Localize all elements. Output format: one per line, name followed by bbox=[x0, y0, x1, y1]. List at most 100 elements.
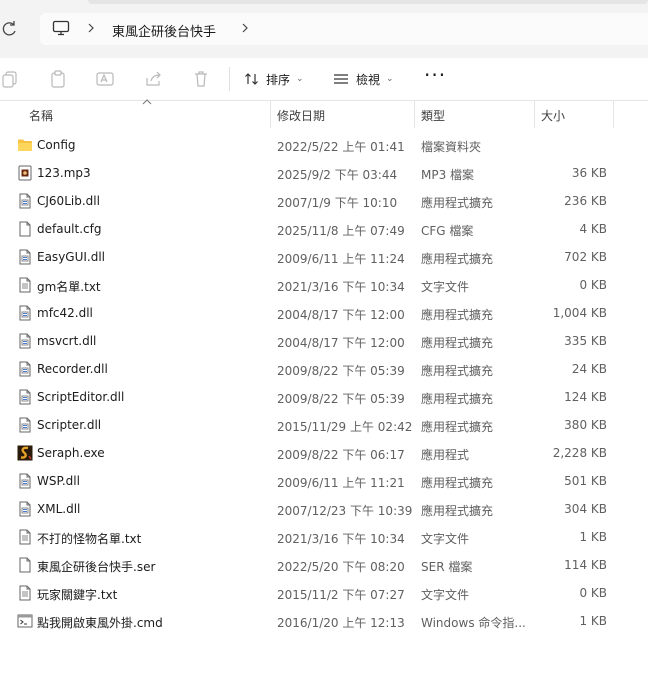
address-bar[interactable]: 東風企研後台快手 bbox=[40, 13, 648, 45]
file-row[interactable]: 點我開啟東風外掛.cmd 2016/1/20 上午 12:13 Windows 命令… bbox=[0, 607, 648, 635]
copy-icon[interactable] bbox=[0, 69, 20, 89]
file-type: 應用程式擴充 bbox=[421, 476, 494, 490]
file-date: 2004/8/17 下午 12:00 bbox=[277, 336, 405, 350]
file-size: 2,228 KB bbox=[552, 446, 607, 460]
dll-file-icon bbox=[17, 473, 33, 489]
dll-file-icon bbox=[17, 193, 33, 209]
column-header-date[interactable]: 修改日期 bbox=[277, 107, 325, 124]
file-size: 0 KB bbox=[579, 278, 607, 292]
file-row[interactable]: Seraph.exe 2009/8/22 下午 06:17 應用程式 2,228 KB bbox=[0, 439, 648, 467]
sort-ascending-icon bbox=[142, 99, 152, 105]
file-type: 應用程式擴充 bbox=[421, 336, 494, 350]
file-size: 36 KB bbox=[571, 166, 607, 180]
file-row[interactable]: 123.mp3 2025/9/2 下午 03:44 MP3 檔案 36 KB bbox=[0, 159, 648, 187]
text-file-icon bbox=[17, 529, 33, 545]
column-divider[interactable] bbox=[613, 101, 614, 128]
column-header-size[interactable]: 大小 bbox=[541, 107, 565, 124]
file-file-icon bbox=[17, 557, 33, 573]
dll-file-icon bbox=[17, 249, 33, 265]
file-row[interactable]: default.cfg 2025/11/8 上午 07:49 CFG 檔案 4 KB bbox=[0, 215, 648, 243]
file-size: 0 KB bbox=[579, 586, 607, 600]
file-name: mfc42.dll bbox=[37, 306, 93, 320]
file-row[interactable]: gm名單.txt 2021/3/16 下午 10:34 文字文件 0 KB bbox=[0, 271, 648, 299]
breadcrumb-current-folder[interactable]: 東風企研後台快手 bbox=[112, 21, 216, 40]
view-button[interactable]: 檢視 ⌄ bbox=[332, 67, 394, 91]
file-size: 24 KB bbox=[571, 362, 607, 376]
file-size: 335 KB bbox=[564, 334, 607, 348]
file-size: 4 KB bbox=[579, 222, 607, 236]
more-options-button[interactable]: ··· bbox=[424, 65, 446, 85]
dll-file-icon bbox=[17, 389, 33, 405]
file-type: MP3 檔案 bbox=[421, 168, 475, 182]
file-name: msvcrt.dll bbox=[37, 334, 97, 348]
file-name: 玩家關鍵字.txt bbox=[37, 588, 118, 602]
view-list-icon bbox=[334, 74, 348, 84]
file-type: SER 檔案 bbox=[421, 560, 473, 574]
text-file-icon bbox=[17, 277, 33, 293]
column-header-name[interactable]: 名稱 bbox=[29, 107, 53, 124]
dll-file-icon bbox=[17, 501, 33, 517]
dll-file-icon bbox=[17, 361, 33, 377]
file-date: 2007/1/9 下午 10:10 bbox=[277, 196, 398, 210]
paste-icon[interactable] bbox=[48, 69, 68, 89]
file-row[interactable]: Recorder.dll 2009/8/22 下午 05:39 應用程式擴充 24 K… bbox=[0, 355, 648, 383]
file-row[interactable]: Scripter.dll 2015/11/29 上午 02:42 應用程式擴充 380… bbox=[0, 411, 648, 439]
file-size: 1 KB bbox=[579, 530, 607, 544]
file-name: Seraph.exe bbox=[37, 446, 105, 460]
file-row[interactable]: mfc42.dll 2004/8/17 下午 12:00 應用程式擴充 1,004 K… bbox=[0, 299, 648, 327]
file-row[interactable]: 東風企研後台快手.ser 2022/5/20 下午 08:20 SER 檔案 114 … bbox=[0, 551, 648, 579]
file-type: Windows 命令指... bbox=[421, 616, 526, 630]
file-name: Recorder.dll bbox=[37, 362, 108, 376]
file-type: 應用程式擴充 bbox=[421, 196, 494, 210]
file-row[interactable]: EasyGUI.dll 2009/6/11 上午 11:24 應用程式擴充 702 K… bbox=[0, 243, 648, 271]
sort-label: 排序 bbox=[266, 72, 291, 87]
file-date: 2022/5/20 下午 08:20 bbox=[277, 560, 405, 574]
file-name: EasyGUI.dll bbox=[37, 250, 106, 264]
cmd-file-icon bbox=[17, 613, 33, 629]
file-type: 檔案資料夾 bbox=[421, 140, 482, 154]
file-type: 應用程式擴充 bbox=[421, 364, 494, 378]
file-list: Config 2022/5/22 上午 01:41 檔案資料夾 123.mp3 2025… bbox=[0, 131, 648, 635]
tab-edge bbox=[88, 0, 648, 4]
file-row[interactable]: XML.dll 2007/12/23 下午 10:39 應用程式擴充 304 KB bbox=[0, 495, 648, 523]
share-icon[interactable] bbox=[144, 69, 164, 89]
file-size: 124 KB bbox=[564, 390, 607, 404]
rename-icon[interactable] bbox=[95, 69, 115, 89]
file-name: 點我開啟東風外掛.cmd bbox=[37, 616, 163, 630]
sort-button[interactable]: 排序 ⌄ bbox=[244, 67, 304, 91]
file-date: 2015/11/29 上午 02:42 bbox=[277, 420, 413, 434]
chevron-down-icon: ⌄ bbox=[296, 74, 304, 84]
file-size: 1,004 KB bbox=[552, 306, 607, 320]
chevron-right-icon[interactable] bbox=[240, 21, 250, 35]
file-name: CJ60Lib.dll bbox=[37, 194, 100, 208]
file-type: 應用程式擴充 bbox=[421, 504, 494, 518]
refresh-icon[interactable] bbox=[0, 19, 20, 39]
column-header-type[interactable]: 類型 bbox=[421, 107, 445, 124]
chevron-right-icon[interactable] bbox=[86, 21, 96, 35]
this-pc-icon[interactable] bbox=[52, 20, 70, 36]
dll-file-icon bbox=[17, 305, 33, 321]
file-row[interactable]: Config 2022/5/22 上午 01:41 檔案資料夾 bbox=[0, 131, 648, 159]
file-date: 2021/3/16 下午 10:34 bbox=[277, 532, 405, 546]
file-type: CFG 檔案 bbox=[421, 224, 474, 238]
file-date: 2022/5/22 上午 01:41 bbox=[277, 140, 405, 154]
file-size: 304 KB bbox=[564, 502, 607, 516]
file-row[interactable]: msvcrt.dll 2004/8/17 下午 12:00 應用程式擴充 335 KB bbox=[0, 327, 648, 355]
file-row[interactable]: 不打的怪物名單.txt 2021/3/16 下午 10:34 文字文件 1 KB bbox=[0, 523, 648, 551]
file-type: 文字文件 bbox=[421, 280, 470, 294]
column-divider[interactable] bbox=[534, 101, 535, 128]
file-date: 2009/8/22 下午 06:17 bbox=[277, 448, 405, 462]
file-row[interactable]: ScriptEditor.dll 2009/8/22 下午 05:39 應用程式擴充… bbox=[0, 383, 648, 411]
file-name: gm名單.txt bbox=[37, 280, 101, 294]
column-divider[interactable] bbox=[414, 101, 415, 128]
file-date: 2025/11/8 上午 07:49 bbox=[277, 224, 405, 238]
column-divider[interactable] bbox=[270, 101, 271, 128]
sort-icon bbox=[245, 73, 258, 85]
file-row[interactable]: WSP.dll 2009/6/11 上午 11:21 應用程式擴充 501 KB bbox=[0, 467, 648, 495]
file-row[interactable]: CJ60Lib.dll 2007/1/9 下午 10:10 應用程式擴充 236 KB bbox=[0, 187, 648, 215]
file-row[interactable]: 玩家關鍵字.txt 2015/11/2 下午 07:27 文字文件 0 KB bbox=[0, 579, 648, 607]
delete-icon[interactable] bbox=[191, 69, 211, 89]
file-name: Config bbox=[37, 138, 76, 152]
file-date: 2009/6/11 上午 11:24 bbox=[277, 252, 405, 266]
file-date: 2004/8/17 下午 12:00 bbox=[277, 308, 405, 322]
